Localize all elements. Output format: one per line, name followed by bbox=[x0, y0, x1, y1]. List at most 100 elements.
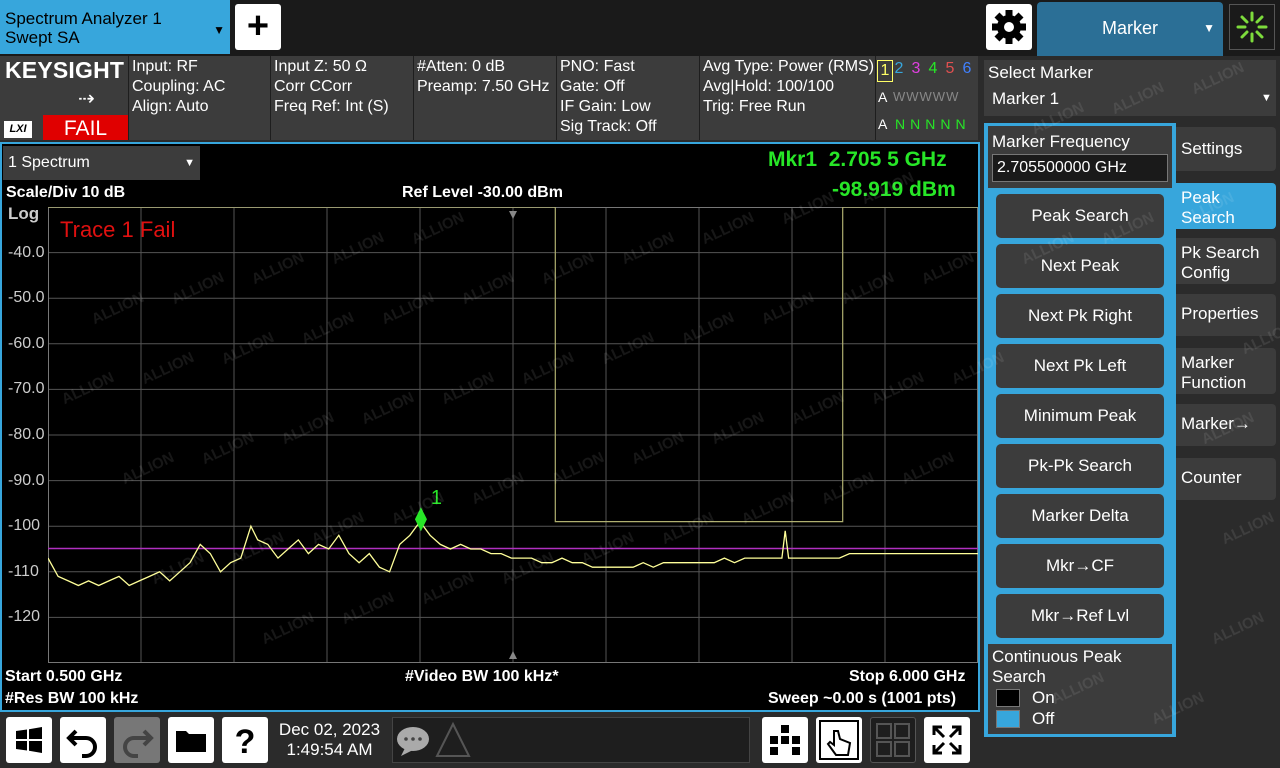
redo-icon bbox=[123, 729, 154, 758]
video-bandwidth: #Video BW 100 kHz* bbox=[405, 668, 559, 685]
continuous-peak-label: Continuous Peak Search bbox=[992, 647, 1122, 686]
settings-button[interactable] bbox=[986, 4, 1032, 50]
maximize-icon bbox=[932, 725, 962, 755]
tab-counter[interactable]: Counter bbox=[1176, 458, 1276, 500]
y-tick-label: -50.0 bbox=[8, 289, 45, 307]
y-tick-label: -120 bbox=[8, 608, 41, 626]
tab-pk-search-config[interactable]: Pk Search Config bbox=[1176, 238, 1276, 284]
trace-number-1: 1 bbox=[877, 60, 893, 82]
next-peak-button[interactable]: Next Peak bbox=[996, 244, 1164, 288]
tab-marker-function[interactable]: Marker Function bbox=[1176, 348, 1276, 394]
marker-frequency-input[interactable]: 2.705500000 GHz bbox=[992, 154, 1168, 182]
windows-button[interactable] bbox=[6, 717, 52, 763]
marker-frequency-readout: Mkr1 2.705 5 GHz bbox=[768, 148, 947, 171]
bandwidth-settings[interactable]: PNO: Fast Gate: Off IF Gain: Low Sig Tra… bbox=[556, 56, 699, 140]
input-z-text: Input Z: 50 Ω bbox=[274, 58, 367, 75]
start-frequency: Start 0.500 GHz bbox=[5, 668, 123, 685]
undo-button[interactable] bbox=[60, 717, 106, 763]
date-text: Dec 02, 2023 bbox=[278, 720, 381, 739]
y-tick-label: -90.0 bbox=[8, 471, 45, 489]
y-tick-label: -80.0 bbox=[8, 426, 45, 443]
tab-peak-search[interactable]: Peak Search bbox=[1176, 183, 1276, 229]
help-icon: ? bbox=[235, 723, 256, 761]
attenuation-settings[interactable]: #Atten: 0 dB Preamp: 7.50 GHz bbox=[413, 56, 556, 140]
next-peak-left-button[interactable]: Next Pk Left bbox=[996, 344, 1164, 388]
center-bottom-triangle bbox=[509, 651, 517, 659]
marker-number-label: 1 bbox=[430, 487, 443, 510]
display-layout-button[interactable] bbox=[762, 717, 808, 763]
graticule bbox=[48, 207, 978, 663]
trace-number-5: 5 bbox=[945, 60, 955, 77]
correction-text: Corr CCorr bbox=[274, 78, 353, 95]
redo-button[interactable] bbox=[114, 717, 160, 763]
busy-spinner-icon bbox=[1236, 11, 1268, 43]
y-tick-label: -60.0 bbox=[8, 334, 45, 352]
tab-marker-to[interactable]: Marker→ bbox=[1176, 404, 1276, 446]
marker-delta-button[interactable]: Marker Delta bbox=[996, 494, 1164, 538]
window-grid-icon bbox=[876, 723, 910, 757]
log-scale-label: Log bbox=[8, 204, 40, 223]
marker-menu-label: Marker bbox=[1101, 18, 1158, 38]
align-text: Align: Auto bbox=[132, 98, 209, 115]
touch-button[interactable] bbox=[816, 717, 862, 763]
spectrum-plot[interactable] bbox=[48, 207, 978, 663]
undo-icon bbox=[66, 729, 97, 758]
impedance-settings[interactable]: Input Z: 50 Ω Corr CCorr Freq Ref: Int (… bbox=[270, 56, 413, 140]
continuous-peak-on-option[interactable] bbox=[996, 689, 1020, 707]
lxi-badge: LXI bbox=[4, 121, 32, 138]
trace-number-2: 2 bbox=[894, 60, 904, 77]
preamp-text: Preamp: 7.50 GHz bbox=[417, 78, 550, 95]
dropdown-arrow-icon: ▼ bbox=[184, 157, 195, 169]
window-select-value: 1 Spectrum bbox=[8, 154, 90, 171]
time-text: 1:49:54 AM bbox=[286, 740, 373, 759]
file-button[interactable] bbox=[168, 717, 214, 763]
window-grid-button[interactable] bbox=[870, 717, 916, 763]
analyzer-tab[interactable]: Spectrum Analyzer 1 Swept SA ▼ bbox=[0, 0, 230, 54]
svg-text:?: ? bbox=[235, 723, 256, 761]
detector-prefix: A bbox=[878, 116, 889, 132]
maximize-button[interactable] bbox=[924, 717, 970, 763]
next-peak-right-button[interactable]: Next Pk Right bbox=[996, 294, 1164, 338]
marker-amplitude-readout: -98.919 dBm bbox=[832, 178, 956, 201]
freq-ref-text: Freq Ref: Int (S) bbox=[274, 98, 389, 115]
pk-pk-search-button[interactable]: Pk-Pk Search bbox=[996, 444, 1164, 488]
dropdown-arrow-icon: ▼ bbox=[1261, 92, 1272, 104]
continuous-peak-off-label[interactable]: Off bbox=[1032, 709, 1054, 729]
stop-frequency: Stop 6.000 GHz bbox=[849, 668, 966, 685]
analyzer-tab-mode: Swept SA bbox=[5, 28, 80, 47]
select-marker-value: Marker 1 bbox=[992, 89, 1060, 108]
peak-search-button[interactable]: Peak Search bbox=[996, 194, 1164, 238]
input-settings[interactable]: Input: RF Coupling: AC Align: Auto bbox=[128, 56, 270, 140]
marker-menu-button[interactable]: Marker ▼ bbox=[1037, 2, 1223, 56]
minimum-peak-button[interactable]: Minimum Peak bbox=[996, 394, 1164, 438]
window-select-dropdown[interactable]: 1 Spectrum ▼ bbox=[3, 146, 200, 180]
continuous-peak-off-option[interactable] bbox=[996, 710, 1020, 728]
fail-status-badge: FAIL bbox=[43, 115, 128, 140]
keysight-logo: KEYSIGHT bbox=[5, 57, 125, 83]
tab-settings[interactable]: Settings bbox=[1176, 127, 1276, 171]
pno-text: PNO: Fast bbox=[560, 58, 635, 75]
add-screen-button[interactable]: + bbox=[235, 4, 281, 50]
marker-frequency-label: Marker Frequency bbox=[992, 132, 1130, 151]
marker-to-cf-button[interactable]: Mkr→CF bbox=[996, 544, 1164, 588]
detector-row: NNNNN bbox=[895, 116, 971, 132]
continuous-peak-on-label[interactable]: On bbox=[1032, 688, 1055, 708]
tab-properties[interactable]: Properties bbox=[1176, 294, 1276, 336]
marker-to-ref-level-button[interactable]: Mkr→Ref Lvl bbox=[996, 594, 1164, 638]
help-button[interactable]: ? bbox=[222, 717, 268, 763]
atten-text: #Atten: 0 dB bbox=[417, 58, 506, 75]
touch-icon bbox=[819, 720, 859, 760]
sweep-time: Sweep ~0.00 s (1001 pts) bbox=[768, 690, 957, 707]
y-tick-label: -110 bbox=[8, 562, 39, 580]
y-tick-label: -70.0 bbox=[8, 380, 45, 398]
sig-track-text: Sig Track: Off bbox=[560, 118, 657, 135]
analyzer-tab-title: Spectrum Analyzer 1 bbox=[5, 9, 162, 28]
input-text: Input: RF bbox=[132, 58, 198, 75]
if-gain-text: IF Gain: Low bbox=[560, 98, 651, 115]
average-settings[interactable]: Avg Type: Power (RMS) Avg|Hold: 100/100 … bbox=[699, 56, 875, 140]
gate-text: Gate: Off bbox=[560, 78, 625, 95]
coupling-text: Coupling: AC bbox=[132, 78, 226, 95]
avg-hold-text: Avg|Hold: 100/100 bbox=[703, 78, 835, 95]
input-arrow-icon: ⇢ bbox=[78, 88, 95, 110]
message-area[interactable] bbox=[392, 717, 750, 763]
